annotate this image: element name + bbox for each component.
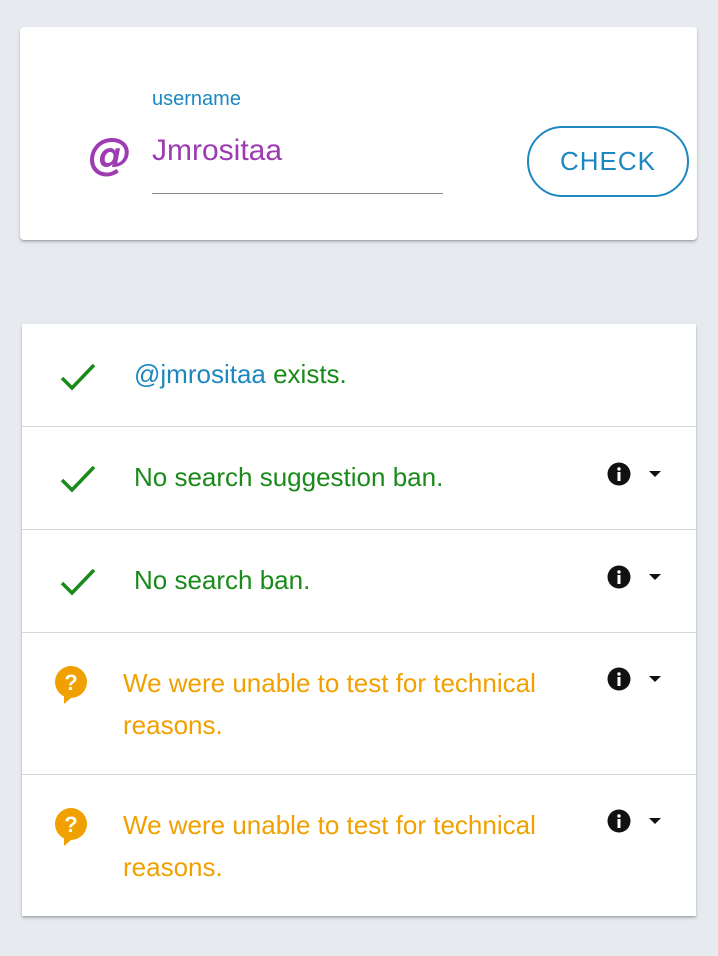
results-list: @jmrositaa exists. No search suggestion … xyxy=(22,324,696,916)
check-icon xyxy=(60,465,96,493)
question-icon: ? xyxy=(55,666,87,704)
username-handle-link[interactable]: @jmrositaa xyxy=(134,359,266,389)
check-icon xyxy=(60,363,96,391)
username-search-card: @ username CHECK xyxy=(20,27,697,240)
info-icon[interactable] xyxy=(607,462,631,486)
info-icon[interactable] xyxy=(607,565,631,589)
chevron-down-icon[interactable] xyxy=(649,676,661,682)
info-icon[interactable] xyxy=(607,667,631,691)
suggestion-ban-text: No search suggestion ban. xyxy=(134,462,444,492)
unable-test-text-2: We were unable to test for technical rea… xyxy=(123,810,536,882)
chevron-down-icon[interactable] xyxy=(649,574,661,580)
svg-text:?: ? xyxy=(64,812,77,837)
chevron-down-icon[interactable] xyxy=(649,818,661,824)
check-button[interactable]: CHECK xyxy=(527,126,689,197)
chevron-down-icon[interactable] xyxy=(649,471,661,477)
result-row-unable-test-2: ? We were unable to test for technical r… xyxy=(22,775,696,916)
exists-text: exists. xyxy=(265,359,347,389)
unable-test-text-1: We were unable to test for technical rea… xyxy=(123,668,536,740)
search-ban-text: No search ban. xyxy=(134,565,311,595)
result-row-search-ban: No search ban. xyxy=(22,530,696,633)
svg-text:?: ? xyxy=(64,670,77,695)
exists-message: @jmrositaa exists. xyxy=(134,353,347,395)
result-row-exists: @jmrositaa exists. xyxy=(22,324,696,427)
check-icon xyxy=(60,568,96,596)
result-row-unable-test-1: ? We were unable to test for technical r… xyxy=(22,633,696,775)
question-icon: ? xyxy=(55,808,87,846)
result-row-suggestion-ban: No search suggestion ban. xyxy=(22,427,696,530)
at-sign-icon: @ xyxy=(88,129,132,180)
username-input[interactable] xyxy=(152,130,443,194)
info-icon[interactable] xyxy=(607,809,631,833)
username-field-label: username xyxy=(152,88,241,110)
